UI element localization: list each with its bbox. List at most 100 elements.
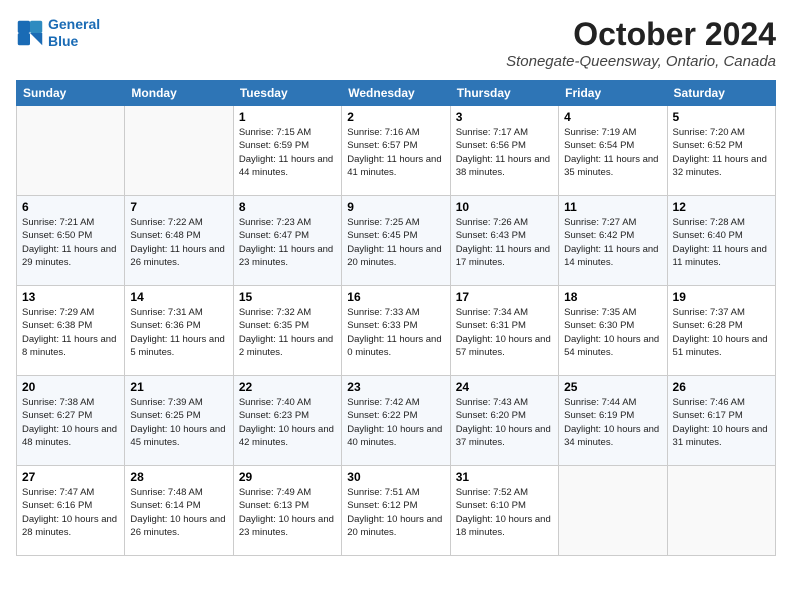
- day-number: 27: [22, 470, 119, 484]
- day-number: 29: [239, 470, 336, 484]
- day-number: 9: [347, 200, 444, 214]
- day-number: 1: [239, 110, 336, 124]
- calendar-cell: 17 Sunrise: 7:34 AM Sunset: 6:31 PM Dayli…: [450, 286, 558, 376]
- day-info: Sunrise: 7:47 AM Sunset: 6:16 PM Dayligh…: [22, 486, 119, 539]
- calendar-week-row: 6 Sunrise: 7:21 AM Sunset: 6:50 PM Daylig…: [17, 196, 776, 286]
- day-info: Sunrise: 7:39 AM Sunset: 6:25 PM Dayligh…: [130, 396, 227, 449]
- calendar-cell: 26Sunrise: 7:46 AM Sunset: 6:17 PM Dayli…: [667, 376, 775, 466]
- day-number: 3: [456, 110, 553, 124]
- weekday-header-tuesday: Tuesday: [233, 81, 341, 106]
- day-info: Sunrise: 7:48 AM Sunset: 6:14 PM Dayligh…: [130, 486, 227, 539]
- day-number: 28: [130, 470, 227, 484]
- day-info: Sunrise: 7:29 AM Sunset: 6:38 PM Dayligh…: [22, 306, 119, 359]
- calendar-cell: 6 Sunrise: 7:21 AM Sunset: 6:50 PM Daylig…: [17, 196, 125, 286]
- calendar-week-row: 1 Sunrise: 7:15 AM Sunset: 6:59 PM Daylig…: [17, 106, 776, 196]
- day-info: Sunrise: 7:22 AM Sunset: 6:48 PM Dayligh…: [130, 216, 227, 269]
- day-number: 21: [130, 380, 227, 394]
- calendar-cell: 12 Sunrise: 7:28 AM Sunset: 6:40 PM Dayli…: [667, 196, 775, 286]
- day-info: Sunrise: 7:42 AM Sunset: 6:22 PM Dayligh…: [347, 396, 444, 449]
- weekday-header-friday: Friday: [559, 81, 667, 106]
- weekday-header-thursday: Thursday: [450, 81, 558, 106]
- logo-text: General Blue: [48, 16, 100, 50]
- calendar-cell: 18 Sunrise: 7:35 AM Sunset: 6:30 PM Dayli…: [559, 286, 667, 376]
- day-info: Sunrise: 7:15 AM Sunset: 6:59 PM Dayligh…: [239, 126, 336, 179]
- calendar-cell: 15Sunrise: 7:32 AM Sunset: 6:35 PM Dayli…: [233, 286, 341, 376]
- month-title: October 2024: [506, 16, 776, 53]
- day-number: 6: [22, 200, 119, 214]
- logo: General Blue: [16, 16, 100, 50]
- day-info: Sunrise: 7:16 AM Sunset: 6:57 PM Dayligh…: [347, 126, 444, 179]
- title-area: October 2024 Stonegate-Queensway, Ontari…: [506, 16, 776, 70]
- day-info: Sunrise: 7:31 AM Sunset: 6:36 PM Dayligh…: [130, 306, 227, 359]
- day-number: 31: [456, 470, 553, 484]
- day-info: Sunrise: 7:46 AM Sunset: 6:17 PM Dayligh…: [673, 396, 770, 449]
- calendar-cell: 8Sunrise: 7:23 AM Sunset: 6:47 PM Daylig…: [233, 196, 341, 286]
- calendar-table: SundayMondayTuesdayWednesdayThursdayFrid…: [16, 80, 776, 556]
- day-number: 22: [239, 380, 336, 394]
- calendar-cell: 21 Sunrise: 7:39 AM Sunset: 6:25 PM Dayli…: [125, 376, 233, 466]
- calendar-cell: 7Sunrise: 7:22 AM Sunset: 6:48 PM Daylig…: [125, 196, 233, 286]
- weekday-header-row: SundayMondayTuesdayWednesdayThursdayFrid…: [17, 81, 776, 106]
- calendar-week-row: 13 Sunrise: 7:29 AM Sunset: 6:38 PM Dayli…: [17, 286, 776, 376]
- calendar-cell: [125, 106, 233, 196]
- calendar-week-row: 27 Sunrise: 7:47 AM Sunset: 6:16 PM Dayli…: [17, 466, 776, 556]
- calendar-cell: 31 Sunrise: 7:52 AM Sunset: 6:10 PM Dayli…: [450, 466, 558, 556]
- calendar-cell: 27 Sunrise: 7:47 AM Sunset: 6:16 PM Dayli…: [17, 466, 125, 556]
- location-subtitle: Stonegate-Queensway, Ontario, Canada: [506, 53, 776, 70]
- logo-icon: [16, 19, 44, 47]
- day-number: 17: [456, 290, 553, 304]
- calendar-cell: 9 Sunrise: 7:25 AM Sunset: 6:45 PM Daylig…: [342, 196, 450, 286]
- day-info: Sunrise: 7:34 AM Sunset: 6:31 PM Dayligh…: [456, 306, 553, 359]
- calendar-cell: [559, 466, 667, 556]
- calendar-cell: 11Sunrise: 7:27 AM Sunset: 6:42 PM Dayli…: [559, 196, 667, 286]
- calendar-cell: 3Sunrise: 7:17 AM Sunset: 6:56 PM Daylig…: [450, 106, 558, 196]
- header: General Blue October 2024 Stonegate-Quee…: [16, 16, 776, 70]
- day-info: Sunrise: 7:25 AM Sunset: 6:45 PM Dayligh…: [347, 216, 444, 269]
- day-info: Sunrise: 7:21 AM Sunset: 6:50 PM Dayligh…: [22, 216, 119, 269]
- day-number: 19: [673, 290, 770, 304]
- calendar-cell: 23Sunrise: 7:42 AM Sunset: 6:22 PM Dayli…: [342, 376, 450, 466]
- day-info: Sunrise: 7:40 AM Sunset: 6:23 PM Dayligh…: [239, 396, 336, 449]
- day-info: Sunrise: 7:35 AM Sunset: 6:30 PM Dayligh…: [564, 306, 661, 359]
- logo-line1: General: [48, 16, 100, 32]
- weekday-header-wednesday: Wednesday: [342, 81, 450, 106]
- day-info: Sunrise: 7:32 AM Sunset: 6:35 PM Dayligh…: [239, 306, 336, 359]
- calendar-cell: [667, 466, 775, 556]
- day-info: Sunrise: 7:19 AM Sunset: 6:54 PM Dayligh…: [564, 126, 661, 179]
- day-number: 24: [456, 380, 553, 394]
- calendar-cell: 29Sunrise: 7:49 AM Sunset: 6:13 PM Dayli…: [233, 466, 341, 556]
- calendar-cell: 14 Sunrise: 7:31 AM Sunset: 6:36 PM Dayli…: [125, 286, 233, 376]
- day-info: Sunrise: 7:44 AM Sunset: 6:19 PM Dayligh…: [564, 396, 661, 449]
- calendar-cell: 20Sunrise: 7:38 AM Sunset: 6:27 PM Dayli…: [17, 376, 125, 466]
- day-info: Sunrise: 7:26 AM Sunset: 6:43 PM Dayligh…: [456, 216, 553, 269]
- calendar-cell: 10 Sunrise: 7:26 AM Sunset: 6:43 PM Dayli…: [450, 196, 558, 286]
- calendar-cell: 4Sunrise: 7:19 AM Sunset: 6:54 PM Daylig…: [559, 106, 667, 196]
- day-info: Sunrise: 7:28 AM Sunset: 6:40 PM Dayligh…: [673, 216, 770, 269]
- day-number: 25: [564, 380, 661, 394]
- day-number: 16: [347, 290, 444, 304]
- calendar-cell: 24 Sunrise: 7:43 AM Sunset: 6:20 PM Dayli…: [450, 376, 558, 466]
- day-info: Sunrise: 7:23 AM Sunset: 6:47 PM Dayligh…: [239, 216, 336, 269]
- day-number: 12: [673, 200, 770, 214]
- day-number: 5: [673, 110, 770, 124]
- day-number: 10: [456, 200, 553, 214]
- day-number: 18: [564, 290, 661, 304]
- calendar-cell: [17, 106, 125, 196]
- weekday-header-monday: Monday: [125, 81, 233, 106]
- day-info: Sunrise: 7:20 AM Sunset: 6:52 PM Dayligh…: [673, 126, 770, 179]
- calendar-cell: 25 Sunrise: 7:44 AM Sunset: 6:19 PM Dayli…: [559, 376, 667, 466]
- day-info: Sunrise: 7:51 AM Sunset: 6:12 PM Dayligh…: [347, 486, 444, 539]
- day-info: Sunrise: 7:38 AM Sunset: 6:27 PM Dayligh…: [22, 396, 119, 449]
- logo-line2: Blue: [48, 33, 78, 49]
- day-number: 2: [347, 110, 444, 124]
- calendar-cell: 1 Sunrise: 7:15 AM Sunset: 6:59 PM Daylig…: [233, 106, 341, 196]
- day-number: 13: [22, 290, 119, 304]
- day-info: Sunrise: 7:43 AM Sunset: 6:20 PM Dayligh…: [456, 396, 553, 449]
- calendar-cell: 28 Sunrise: 7:48 AM Sunset: 6:14 PM Dayli…: [125, 466, 233, 556]
- weekday-header-saturday: Saturday: [667, 81, 775, 106]
- day-info: Sunrise: 7:52 AM Sunset: 6:10 PM Dayligh…: [456, 486, 553, 539]
- day-number: 14: [130, 290, 227, 304]
- calendar-cell: 2 Sunrise: 7:16 AM Sunset: 6:57 PM Daylig…: [342, 106, 450, 196]
- weekday-header-sunday: Sunday: [17, 81, 125, 106]
- day-number: 30: [347, 470, 444, 484]
